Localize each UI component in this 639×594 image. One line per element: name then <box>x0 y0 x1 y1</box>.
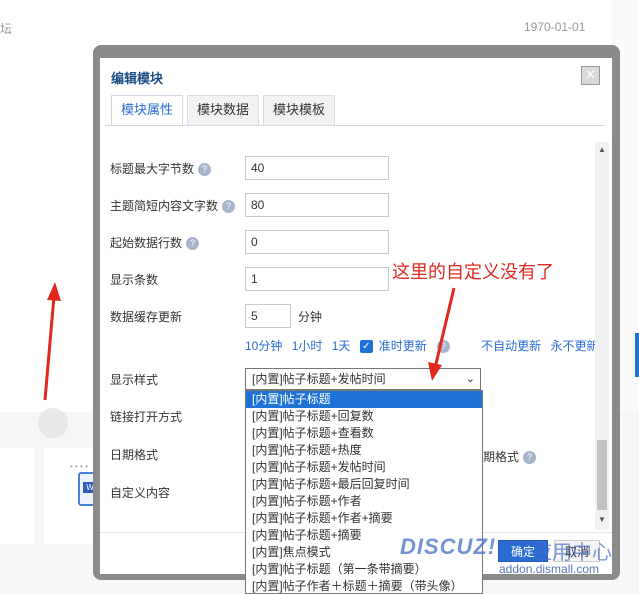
background-accent-bar <box>635 333 639 377</box>
quick-link-never[interactable]: 永不更新 <box>550 339 595 353</box>
dropdown-option[interactable]: [内置]帖子标题（第一条带摘要） <box>246 561 482 578</box>
field-label: 标题最大字节数? <box>110 160 212 177</box>
cache-quick-links: 10分钟 1小时 1天 ✓ 准时更新? 不自动更新 永不更新 <box>245 337 595 354</box>
tabs-divider <box>105 125 605 126</box>
quick-link-no-auto[interactable]: 不自动更新 <box>481 339 541 353</box>
dropdown-option[interactable]: [内置]帖子标题+最后回复时间 <box>246 476 482 493</box>
background-text: 坛 <box>0 22 13 36</box>
help-icon[interactable]: ? <box>523 451 537 465</box>
field-label: 主题简短内容文字数? <box>110 197 236 214</box>
background-card <box>0 448 34 544</box>
help-icon[interactable]: ? <box>186 237 200 251</box>
checkbox-icon[interactable]: ✓ <box>359 340 373 354</box>
tab-module-properties[interactable]: 模块属性 <box>111 95 184 125</box>
field-label: 起始数据行数? <box>110 234 200 251</box>
tab-module-data[interactable]: 模块数据 <box>187 95 260 125</box>
date-format-tail-label: 期格式? <box>483 448 537 465</box>
dropdown-option[interactable]: [内置]帖子标题+热度 <box>246 442 482 459</box>
summary-length-input[interactable]: 80 <box>245 193 389 217</box>
watermark-logo: DISCUZ! <box>400 534 497 559</box>
display-style-select[interactable]: [内置]帖子标题+发帖时间 ⌄ <box>245 368 481 390</box>
watermark-url: addon.dismall.com <box>499 562 600 576</box>
cache-unit: 分钟 <box>298 310 323 324</box>
display-style-dropdown: [内置]帖子标题 [内置]帖子标题+回复数 [内置]帖子标题+查看数 [内置]帖… <box>245 390 483 594</box>
scroll-up-icon[interactable]: ▲ <box>598 145 606 154</box>
close-icon[interactable]: ✕ <box>581 66 600 85</box>
cache-update-input[interactable]: 5 <box>245 304 291 328</box>
display-count-input[interactable]: 1 <box>245 267 389 291</box>
annotation-text: 这里的自定义没有了 <box>392 262 554 282</box>
dialog-title: 编辑模块 <box>111 71 164 86</box>
field-label: 自定义内容 <box>110 486 171 500</box>
watermark-app-center: 应用中心 <box>532 542 612 564</box>
gear-icon <box>38 408 68 438</box>
quick-link-10min[interactable]: 10分钟 <box>245 339 282 353</box>
tab-module-template[interactable]: 模块模板 <box>263 95 336 125</box>
field-label: 日期格式 <box>110 448 159 462</box>
help-icon[interactable]: ? <box>222 200 236 214</box>
quick-link-1hour[interactable]: 1小时 <box>292 339 323 353</box>
background-date: 1970-01-01 <box>524 20 586 34</box>
dropdown-option[interactable]: [内置]帖子标题 <box>246 391 482 408</box>
help-icon[interactable]: ? <box>198 163 212 177</box>
chevron-down-icon: ⌄ <box>465 373 475 385</box>
dropdown-option[interactable]: [内置]帖子标题+发帖时间 <box>246 459 482 476</box>
dropdown-option[interactable]: [内置]帖子标题+回复数 <box>246 408 482 425</box>
field-label: 显示样式 <box>110 373 159 387</box>
dropdown-option[interactable]: [内置]帖子标题+查看数 <box>246 425 482 442</box>
help-icon[interactable]: ? <box>436 340 450 354</box>
dropdown-option[interactable]: [内置]帖子标题+作者+摘要 <box>246 510 482 527</box>
field-label: 显示条数 <box>110 273 159 287</box>
tab-bar: 模块属性 模块数据 模块模板 <box>111 95 339 125</box>
title-max-bytes-input[interactable]: 40 <box>245 156 389 180</box>
field-label: 数据缓存更新 <box>110 310 183 324</box>
dropdown-option[interactable]: [内置]帖子标题+作者 <box>246 493 482 510</box>
dialog-scrollbar[interactable]: ▲ ▼ <box>595 142 609 530</box>
field-label: 链接打开方式 <box>110 410 183 424</box>
start-row-input[interactable]: 0 <box>245 230 389 254</box>
quick-link-1day[interactable]: 1天 <box>332 339 351 353</box>
scroll-thumb[interactable] <box>597 440 607 510</box>
dropdown-option[interactable]: [内置]帖子作者＋标题＋摘要（带头像） <box>246 578 482 593</box>
scroll-down-icon[interactable]: ▼ <box>598 515 606 524</box>
on-time-update-option[interactable]: ✓ 准时更新? <box>359 339 456 354</box>
